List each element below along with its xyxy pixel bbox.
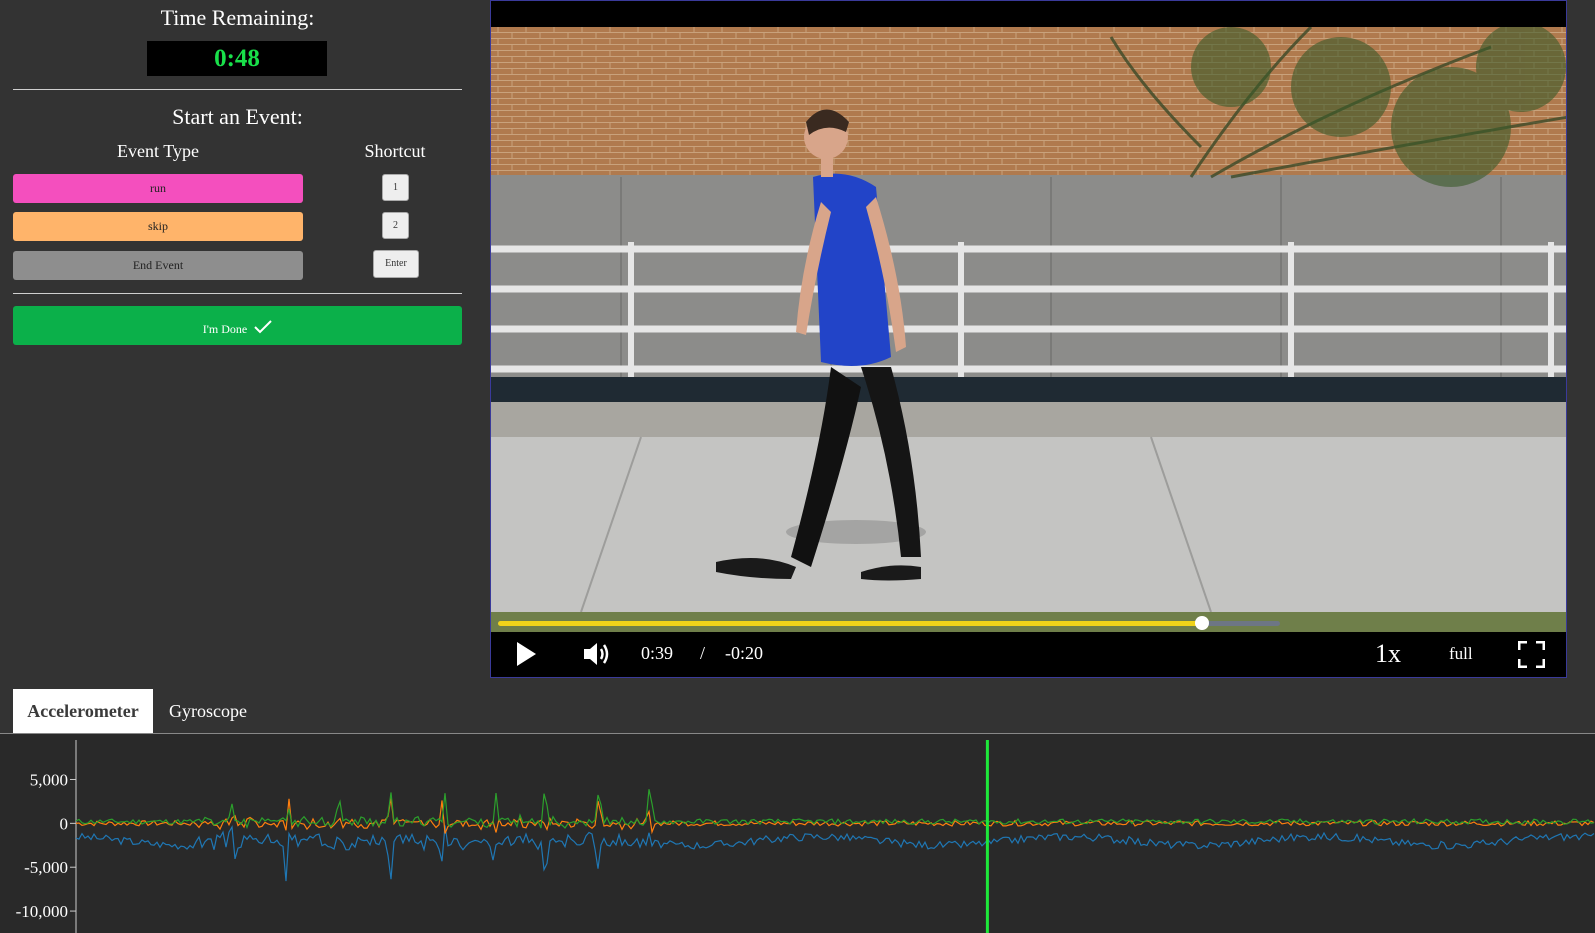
chart-plot: 5,000 0 -5,000 -10,000	[16, 740, 1595, 933]
skip-shortcut-key: 2	[382, 212, 409, 239]
series-line	[75, 825, 1595, 882]
shortcut-header: Shortcut	[364, 141, 426, 161]
progress-handle[interactable]	[1195, 616, 1209, 630]
accelerometer-chart[interactable]: 5,000 0 -5,000 -10,000	[0, 734, 1595, 933]
y-tick-label: 0	[60, 814, 69, 833]
playback-speed-button[interactable]: 1x	[1375, 639, 1401, 669]
event-type-header: Event Type	[117, 141, 199, 161]
im-done-button[interactable]: I'm Done	[13, 306, 462, 345]
end-event-shortcut-key: Enter	[373, 250, 419, 278]
im-done-label: I'm Done	[202, 322, 248, 336]
full-view-button[interactable]: full	[1449, 644, 1473, 664]
countdown-timer: 0:48	[147, 41, 327, 76]
progress-fill	[498, 621, 1202, 626]
series-line	[75, 789, 1595, 830]
y-tick-label: -10,000	[16, 902, 68, 921]
time-separator: /	[700, 643, 706, 663]
tab-gyroscope[interactable]: Gyroscope	[153, 689, 263, 734]
divider	[13, 293, 462, 294]
y-tick-label: -5,000	[24, 858, 68, 877]
play-icon[interactable]	[515, 641, 537, 667]
current-time: 0:39	[641, 643, 674, 663]
y-tick-label: 5,000	[30, 770, 68, 789]
video-frame	[491, 27, 1566, 632]
remaining-time: -0:20	[725, 643, 763, 663]
start-event-heading: Start an Event:	[172, 104, 303, 129]
video-player[interactable]: 0:39 / -0:20 1x full	[490, 0, 1567, 678]
tab-accelerometer[interactable]: Accelerometer	[13, 689, 153, 734]
skip-event-button[interactable]: skip	[13, 212, 303, 241]
run-shortcut-key: 1	[382, 174, 409, 201]
end-event-button[interactable]: End Event	[13, 251, 303, 280]
fullscreen-icon[interactable]	[1518, 641, 1545, 668]
time-remaining-label: Time Remaining:	[160, 5, 315, 30]
series-line	[75, 798, 1595, 835]
divider	[13, 89, 462, 90]
run-event-button[interactable]: run	[13, 174, 303, 203]
volume-icon[interactable]	[583, 641, 611, 667]
checkmark-icon	[254, 320, 272, 334]
